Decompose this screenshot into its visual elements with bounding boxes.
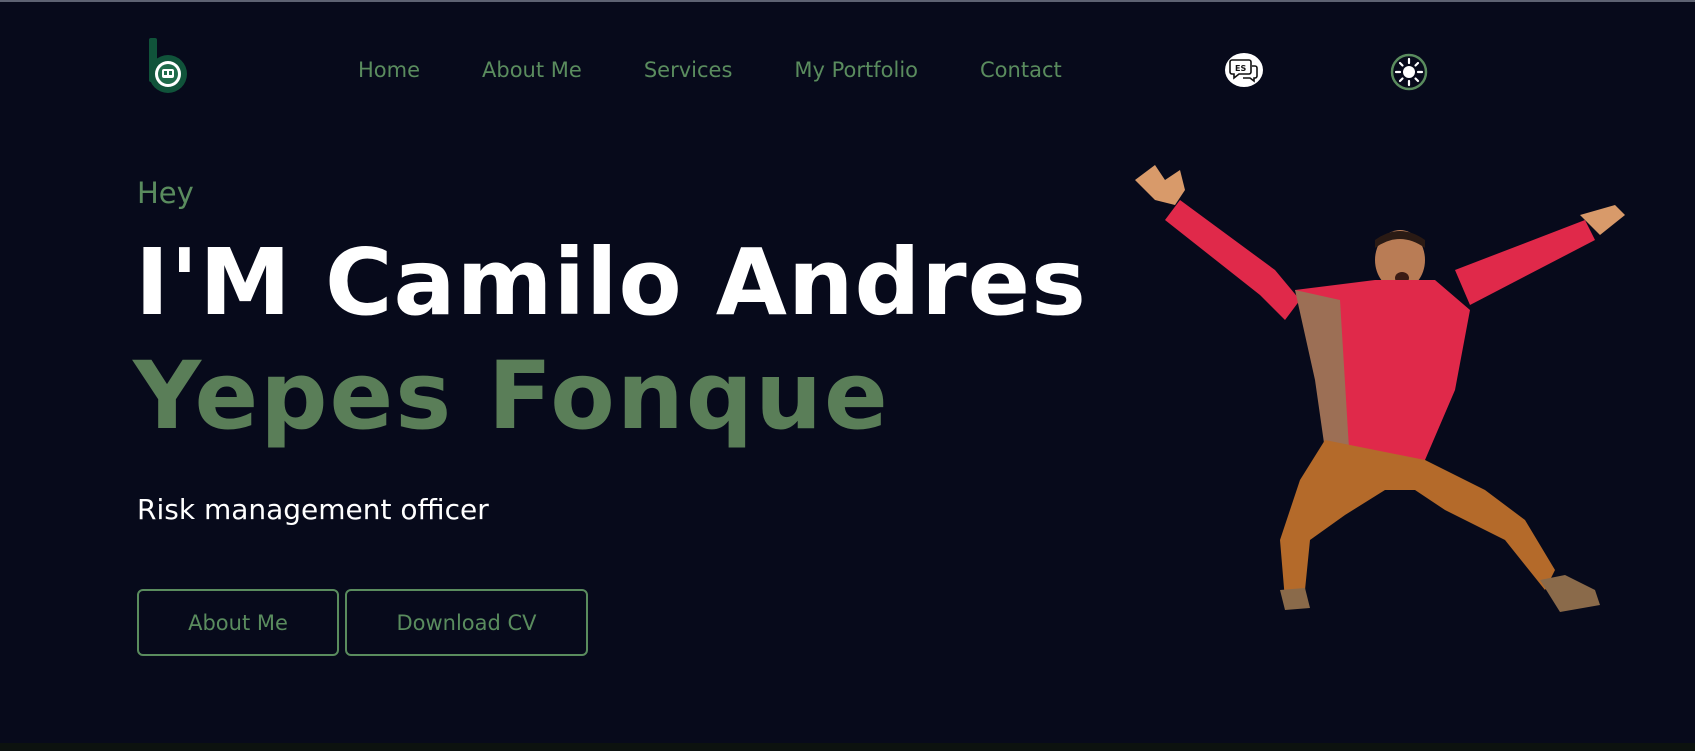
about-me-button[interactable]: About Me (137, 589, 339, 656)
main-nav: Home About Me Services My Portfolio Cont… (358, 58, 1062, 82)
nav-about-me[interactable]: About Me (482, 58, 582, 82)
site-logo[interactable] (146, 36, 194, 96)
download-cv-button[interactable]: Download CV (345, 589, 588, 656)
nav-home[interactable]: Home (358, 58, 420, 82)
lang-code-label: ES (1235, 64, 1246, 73)
hero-name-line-2: Yepes Fonque (133, 342, 890, 451)
jumping-person-photo (1135, 165, 1625, 612)
footer-edge (0, 743, 1695, 751)
hero-name-line-1: I'M Camilo Andres (135, 229, 1087, 336)
hero-role: Risk management officer (137, 493, 489, 526)
language-switch-button[interactable]: ES (1225, 53, 1263, 87)
nav-my-portfolio[interactable]: My Portfolio (794, 58, 918, 82)
portfolio-page: Home About Me Services My Portfolio Cont… (0, 0, 1695, 751)
b-logo-icon (149, 38, 187, 93)
chat-bubbles-icon: ES (1229, 59, 1258, 83)
hero-greeting: Hey (137, 176, 194, 210)
theme-toggle-button[interactable] (1390, 53, 1428, 91)
top-border (0, 0, 1695, 2)
nav-contact[interactable]: Contact (980, 58, 1062, 82)
sun-icon (1390, 53, 1428, 91)
nav-services[interactable]: Services (644, 58, 733, 82)
